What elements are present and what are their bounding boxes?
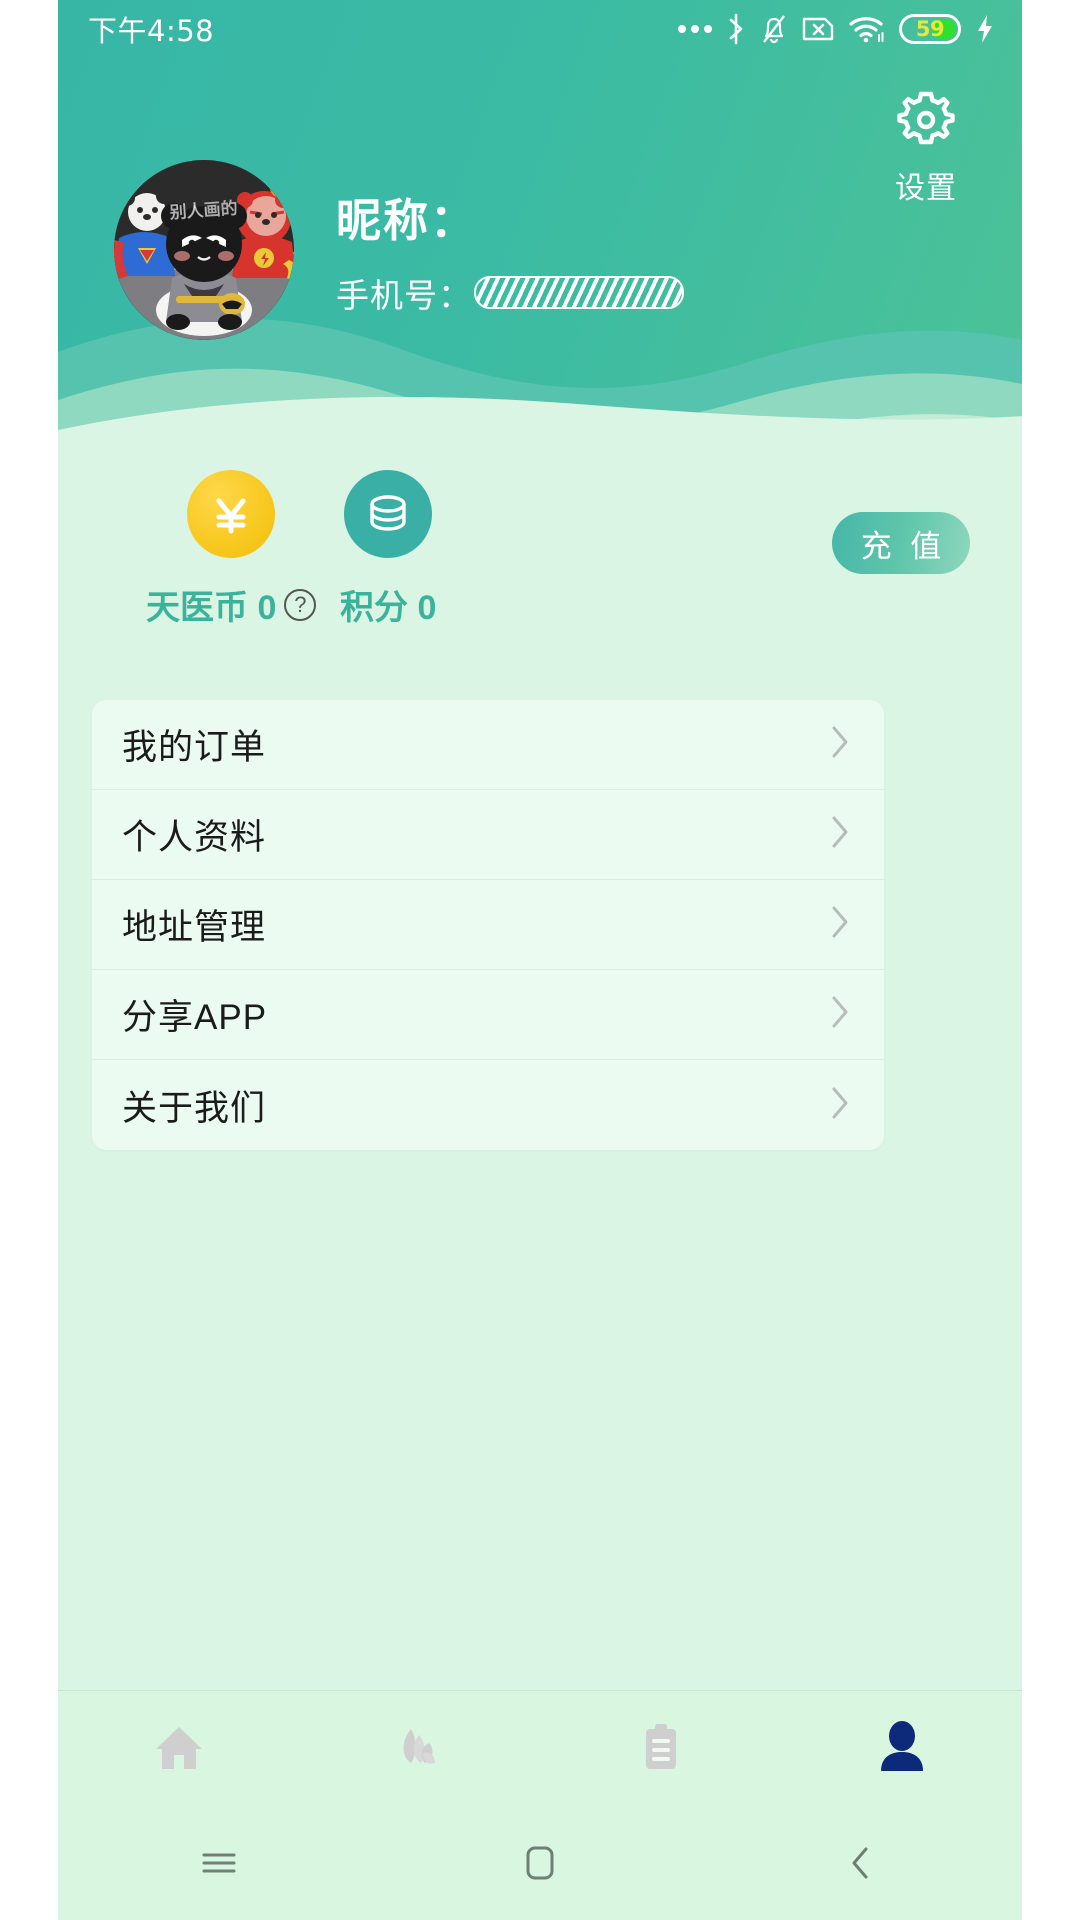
status-icon-group: 59 — [678, 13, 996, 45]
bluetooth-icon — [725, 13, 747, 45]
chevron-right-icon — [830, 904, 850, 945]
points-balance-item[interactable]: 积分 0 — [340, 470, 436, 629]
wallet-row: 天医币 0 ? 积分 0 充 值 — [58, 470, 1022, 650]
chevron-right-icon — [830, 724, 850, 765]
coin-balance-label-wrap: 天医币 0 ? — [146, 580, 317, 629]
tab-records[interactable] — [540, 1719, 781, 1782]
stacked-coins-icon — [344, 470, 433, 558]
tab-profile[interactable] — [781, 1719, 1022, 1782]
charging-bolt-icon — [974, 13, 996, 45]
points-balance-label: 积分 0 — [340, 589, 437, 627]
tab-herb[interactable] — [299, 1719, 540, 1782]
clipboard-icon — [632, 1719, 690, 1782]
status-clock: 下午4:58 — [88, 14, 215, 48]
person-icon — [873, 1719, 931, 1782]
tab-home[interactable] — [58, 1719, 299, 1782]
coin-balance-label: 天医币 0 — [146, 589, 277, 627]
recharge-button[interactable]: 充 值 — [832, 512, 970, 574]
menu-item-label: 我的订单 — [122, 728, 267, 767]
app-screen: 下午4:58 59 设置 别人画的 昵称： 手机号： 天医币 0 ? 积分 0 … — [58, 0, 1022, 1920]
menu-item-label: 分享APP — [122, 998, 268, 1037]
question-mark-icon[interactable]: ? — [284, 588, 317, 621]
back-chevron-icon — [846, 1843, 876, 1888]
phone-screenshot: 下午4:58 59 设置 别人画的 昵称： 手机号： 天医币 0 ? 积分 0 … — [0, 0, 1080, 1920]
home-square-icon — [521, 1843, 559, 1888]
battery-icon: 59 — [899, 14, 961, 44]
status-bar: 下午4:58 59 — [58, 0, 1022, 58]
profile-text: 昵称： 手机号： — [336, 184, 684, 317]
phone-value-redacted — [474, 276, 684, 309]
bottom-tab-bar — [58, 1690, 1022, 1810]
home-icon — [150, 1719, 208, 1782]
silent-bell-icon — [760, 13, 788, 45]
sim-no-card-icon — [801, 14, 835, 44]
menu-item-label: 关于我们 — [122, 1088, 267, 1128]
herb-leaf-icon — [391, 1719, 449, 1782]
menu-item-label: 地址管理 — [122, 908, 267, 947]
battery-percent: 59 — [915, 17, 945, 41]
chevron-right-icon — [830, 1085, 850, 1126]
phone-row: 手机号： — [336, 269, 684, 317]
nav-recents-button[interactable] — [58, 1847, 379, 1884]
menu-item-my-orders[interactable]: 我的订单 — [92, 700, 884, 790]
menu-item-personal-info[interactable]: 个人资料 — [92, 790, 884, 880]
recents-menu-icon — [198, 1847, 240, 1884]
menu-item-about-us[interactable]: 关于我们 — [92, 1060, 884, 1150]
coin-balance-item[interactable]: 天医币 0 ? — [146, 470, 317, 629]
gear-icon — [894, 88, 958, 157]
more-dots-icon — [678, 25, 712, 33]
settings-button[interactable]: 设置 — [872, 88, 980, 207]
menu-item-address-management[interactable]: 地址管理 — [92, 880, 884, 970]
avatar[interactable]: 别人画的 — [114, 160, 294, 340]
wave-layer-4 — [58, 390, 1022, 470]
phone-label: 手机号： — [336, 276, 472, 314]
chevron-right-icon — [830, 814, 850, 855]
settings-label: 设置 — [895, 172, 957, 205]
chevron-right-icon — [830, 994, 850, 1035]
nav-back-button[interactable] — [701, 1843, 1022, 1888]
nav-home-button[interactable] — [379, 1843, 700, 1888]
menu-item-label: 个人资料 — [122, 818, 267, 857]
android-nav-bar — [58, 1810, 1022, 1920]
menu-item-share-app[interactable]: 分享APP — [92, 970, 884, 1060]
yen-coin-icon — [187, 470, 276, 558]
nickname-label: 昵称： — [336, 194, 478, 246]
wifi-icon — [848, 14, 886, 44]
menu-card: 我的订单 个人资料 地址管理 分享APP 关于我们 — [92, 700, 884, 1150]
